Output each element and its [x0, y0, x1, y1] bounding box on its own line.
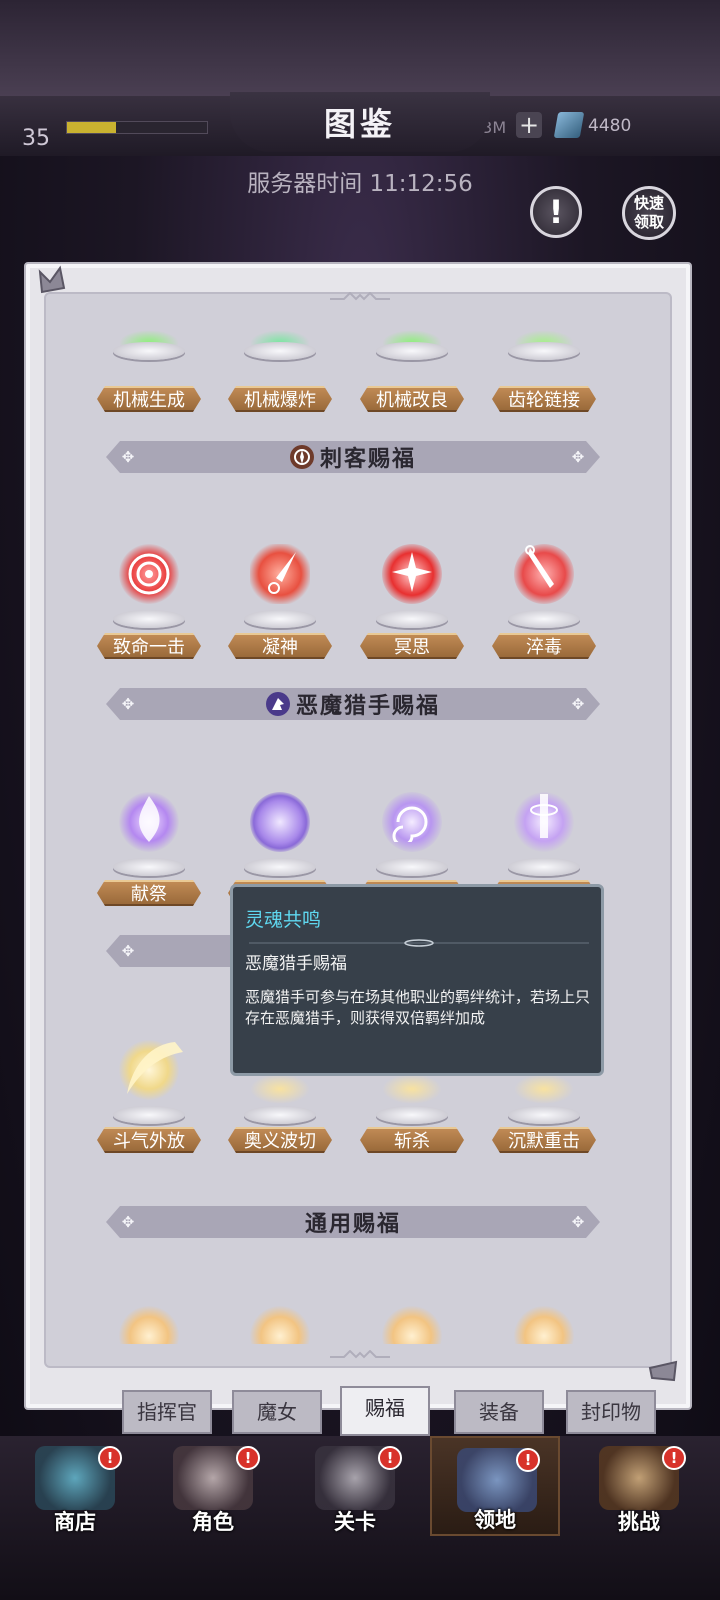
- skill-label: 机械改良: [360, 386, 464, 412]
- fleur-icon: ✥: [571, 695, 585, 713]
- nav-shop[interactable]: ! 商店: [10, 1436, 140, 1536]
- skill-label: 斗气外放: [97, 1127, 201, 1153]
- xp-bar: [66, 121, 208, 134]
- tooltip-divider: [249, 939, 589, 947]
- tab-witch[interactable]: 魔女: [232, 1390, 322, 1434]
- totem-icon: [530, 794, 558, 838]
- nav-challenge[interactable]: ! 挑战: [574, 1436, 704, 1536]
- page-title: 图鉴: [323, 105, 396, 143]
- tooltip-subtitle: 恶魔猎手赐福: [245, 954, 347, 974]
- assassin-class-icon: [289, 445, 314, 469]
- notification-badge: !: [98, 1446, 122, 1470]
- skill-demon-totem[interactable]: [494, 786, 594, 876]
- flame-icon: [139, 796, 160, 842]
- skill-gear-link[interactable]: [494, 300, 594, 360]
- gem-icon: [553, 112, 585, 138]
- notification-badge: !: [662, 1446, 686, 1470]
- skill-general-1[interactable]: [99, 1296, 199, 1344]
- notification-badge: !: [516, 1448, 540, 1472]
- nav-character[interactable]: ! 角色: [148, 1436, 278, 1536]
- skill-poison[interactable]: [494, 538, 594, 628]
- skill-label: 奥义波切: [228, 1127, 332, 1153]
- skill-mech-improve[interactable]: [362, 300, 462, 360]
- nav-label: 角色: [192, 1510, 234, 1534]
- skill-label: 冥思: [360, 633, 464, 659]
- tooltip-body: 恶魔猎手可参与在场其他职业的羁绊统计，若场上只存在恶魔猎手，则获得双倍羁绊加成: [245, 988, 591, 1027]
- server-time: 服务器时间 11:12:56: [247, 171, 473, 197]
- level-value: 35: [22, 126, 50, 151]
- skill-label: 齿轮链接: [492, 386, 596, 412]
- nav-territory[interactable]: ! 领地: [430, 1436, 560, 1536]
- skill-mech-generate[interactable]: [99, 300, 199, 360]
- nav-label: 关卡: [334, 1510, 376, 1534]
- skill-tooltip: 灵魂共鸣 恶魔猎手赐福 恶魔猎手可参与在场其他职业的羁绊统计，若场上只存在恶魔猎…: [230, 884, 604, 1076]
- skill-label: 淬毒: [492, 633, 596, 659]
- notification-badge: !: [236, 1446, 260, 1470]
- section-banner-demon-hunter: 恶魔猎手赐福 ✥ ✥: [106, 688, 600, 720]
- ornament-icon: [330, 1350, 390, 1359]
- section-title: 通用赐福: [304, 1212, 401, 1237]
- skill-general-3[interactable]: [362, 1296, 462, 1344]
- skill-label: 沉默重击: [492, 1127, 596, 1153]
- title-plate: 图鉴: [230, 92, 490, 152]
- dagger-icon: [525, 545, 554, 588]
- nav-stage[interactable]: ! 关卡: [290, 1436, 420, 1536]
- skill-soul-resonance[interactable]: [230, 786, 330, 876]
- section-title: 恶魔猎手赐福: [295, 694, 440, 719]
- skill-label: 机械生成: [97, 386, 201, 412]
- skill-meditate[interactable]: [362, 538, 462, 628]
- skill-label: 斩杀: [360, 1127, 464, 1153]
- kunai-icon: [268, 552, 296, 594]
- skill-label: 凝神: [228, 633, 332, 659]
- target-icon: [128, 553, 170, 595]
- skill-demon-vortex[interactable]: [362, 786, 462, 876]
- skill-mech-explode[interactable]: [230, 300, 330, 360]
- fleur-icon: ✥: [121, 942, 135, 960]
- skill-general-2[interactable]: [230, 1296, 330, 1344]
- tab-equipment[interactable]: 装备: [454, 1390, 544, 1434]
- skill-label: 献祭: [97, 880, 201, 906]
- nav-label: 挑战: [618, 1510, 660, 1534]
- fleur-icon: ✥: [571, 1213, 585, 1231]
- shuriken-icon: [392, 552, 432, 592]
- demon-hunter-class-icon: [265, 692, 290, 716]
- skill-fatal-strike[interactable]: [99, 538, 199, 628]
- paper-clip-icon: [648, 1360, 678, 1382]
- add-currency-button[interactable]: +: [516, 112, 542, 138]
- skill-general-4[interactable]: [494, 1296, 594, 1344]
- fleur-icon: ✥: [121, 448, 135, 466]
- tab-blessing[interactable]: 赐福: [340, 1386, 430, 1436]
- skill-label: 致命一击: [97, 633, 201, 659]
- section-banner-general: 通用赐福 ✥ ✥: [106, 1206, 600, 1238]
- skill-focus[interactable]: [230, 538, 330, 628]
- crescent-icon: [127, 1042, 183, 1094]
- skill-sacrifice[interactable]: [99, 786, 199, 876]
- fleur-icon: ✥: [121, 695, 135, 713]
- vortex-icon: [392, 806, 428, 842]
- tab-seal[interactable]: 封印物: [566, 1390, 656, 1434]
- section-banner-assassin: 刺客赐福 ✥ ✥: [106, 441, 600, 473]
- tooltip-title: 灵魂共鸣: [245, 909, 322, 931]
- nav-label: 商店: [54, 1510, 96, 1534]
- gem-count: 4480: [588, 116, 632, 136]
- info-button[interactable]: !: [530, 186, 582, 238]
- fleur-icon: ✥: [571, 448, 585, 466]
- paper-clip-icon: [38, 265, 66, 294]
- nav-label: 领地: [474, 1508, 516, 1532]
- tab-commander[interactable]: 指挥官: [122, 1390, 212, 1434]
- section-title: 刺客赐福: [319, 447, 416, 472]
- skill-label: 机械爆炸: [228, 386, 332, 412]
- quick-claim-button[interactable]: 快速 领取: [622, 186, 676, 240]
- notification-badge: !: [378, 1446, 402, 1470]
- skill-aura-release[interactable]: [99, 1034, 199, 1124]
- fleur-icon: ✥: [121, 1213, 135, 1231]
